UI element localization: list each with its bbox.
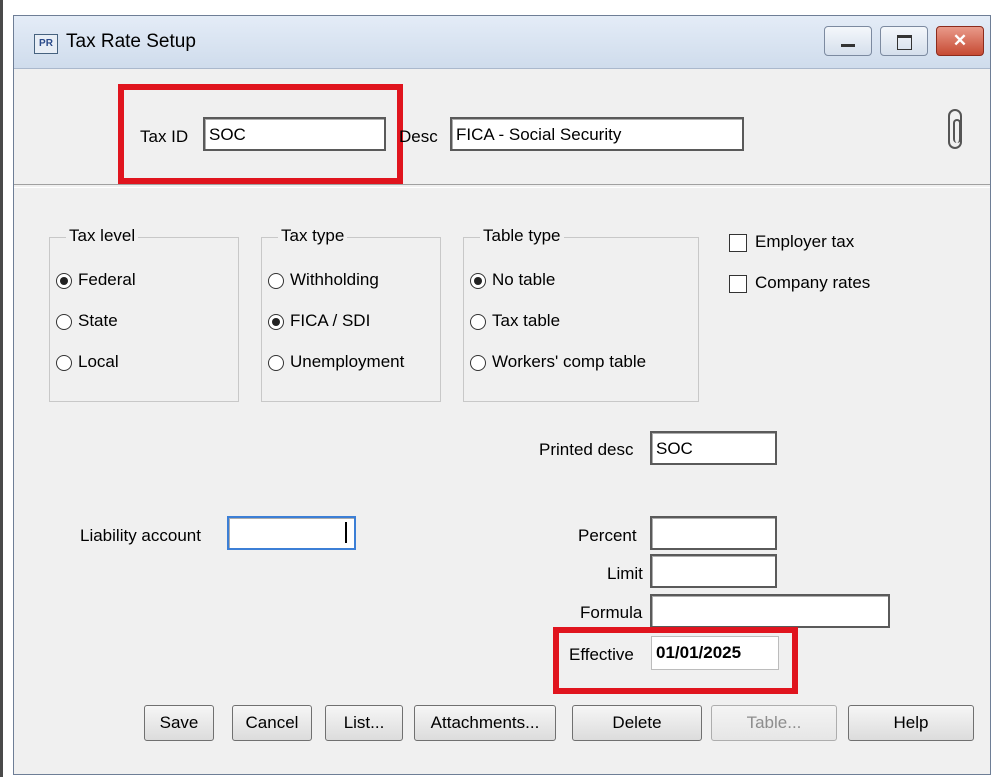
printed-desc-input[interactable]: SOC xyxy=(650,431,777,465)
header-separator xyxy=(14,184,990,188)
restore-icon xyxy=(897,35,912,50)
formula-label: Formula xyxy=(580,603,643,622)
paperclip-icon[interactable] xyxy=(948,109,962,149)
list-button[interactable]: List... xyxy=(325,705,403,741)
state-label[interactable]: State xyxy=(78,311,118,331)
workers-comp-table-label[interactable]: Workers' comp table xyxy=(492,352,646,372)
left-edge-line xyxy=(0,0,3,777)
withholding-radio[interactable] xyxy=(268,273,284,289)
minimize-button[interactable] xyxy=(824,26,872,56)
tax-type-legend: Tax type xyxy=(278,226,348,246)
tax-rate-setup-window: PR Tax Rate Setup ✕ Tax ID SOC Desc FICA… xyxy=(13,15,991,775)
limit-label: Limit xyxy=(607,564,643,583)
liability-account-input[interactable] xyxy=(227,516,356,550)
workers-comp-table-radio[interactable] xyxy=(470,355,486,371)
delete-button[interactable]: Delete xyxy=(572,705,702,741)
fica-sdi-radio[interactable] xyxy=(268,314,284,330)
title-bar[interactable]: PR Tax Rate Setup ✕ xyxy=(14,16,990,69)
table-type-legend: Table type xyxy=(480,226,564,246)
tax-table-radio[interactable] xyxy=(470,314,486,330)
company-rates-label[interactable]: Company rates xyxy=(755,273,870,293)
desc-label: Desc xyxy=(399,127,438,146)
fica-sdi-label[interactable]: FICA / SDI xyxy=(290,311,370,331)
close-button[interactable]: ✕ xyxy=(936,26,984,56)
desc-input[interactable]: FICA - Social Security xyxy=(450,117,744,151)
tax-level-legend: Tax level xyxy=(66,226,139,246)
unemployment-label[interactable]: Unemployment xyxy=(290,352,404,372)
employer-tax-checkbox[interactable] xyxy=(729,234,747,252)
help-button[interactable]: Help xyxy=(848,705,974,741)
federal-radio[interactable] xyxy=(56,273,72,289)
printed-desc-label: Printed desc xyxy=(539,440,634,459)
tax-id-highlight-box xyxy=(118,84,403,184)
save-button[interactable]: Save xyxy=(144,705,214,741)
federal-label[interactable]: Federal xyxy=(78,270,136,290)
liability-account-label: Liability account xyxy=(80,526,201,545)
attachments-button[interactable]: Attachments... xyxy=(414,705,556,741)
state-radio[interactable] xyxy=(56,314,72,330)
table-button[interactable]: Table... xyxy=(711,705,837,741)
company-rates-checkbox[interactable] xyxy=(729,275,747,293)
local-label[interactable]: Local xyxy=(78,352,119,372)
tax-table-label[interactable]: Tax table xyxy=(492,311,560,331)
cancel-button[interactable]: Cancel xyxy=(232,705,312,741)
app-icon: PR xyxy=(34,34,58,54)
no-table-label[interactable]: No table xyxy=(492,270,555,290)
percent-label: Percent xyxy=(578,526,637,545)
employer-tax-label[interactable]: Employer tax xyxy=(755,232,854,252)
minimize-icon xyxy=(841,44,855,47)
effective-highlight-box xyxy=(553,627,798,694)
window-title: Tax Rate Setup xyxy=(66,31,196,52)
no-table-radio[interactable] xyxy=(470,273,486,289)
withholding-label[interactable]: Withholding xyxy=(290,270,379,290)
close-icon: ✕ xyxy=(952,31,968,50)
unemployment-radio[interactable] xyxy=(268,355,284,371)
formula-input[interactable] xyxy=(650,594,890,628)
percent-input[interactable] xyxy=(650,516,777,550)
limit-input[interactable] xyxy=(650,554,777,588)
local-radio[interactable] xyxy=(56,355,72,371)
text-cursor xyxy=(345,522,347,543)
restore-button[interactable] xyxy=(880,26,928,56)
